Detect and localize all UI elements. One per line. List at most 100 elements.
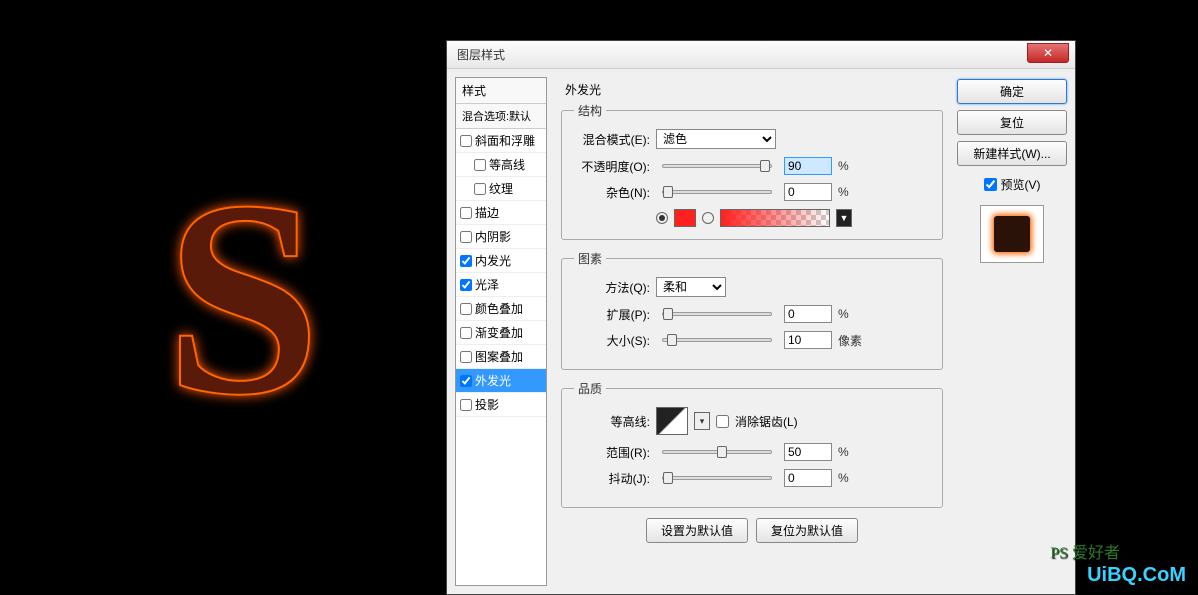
glow-color-swatch[interactable] <box>674 209 696 227</box>
style-item-label: 斜面和浮雕 <box>475 132 535 149</box>
noise-slider[interactable] <box>662 190 772 194</box>
style-checkbox[interactable] <box>460 255 472 267</box>
elements-group: 图素 方法(Q): 柔和 扩展(P): % 大小(S): <box>561 250 943 370</box>
range-label: 范围(R): <box>574 444 650 461</box>
set-default-button[interactable]: 设置为默认值 <box>646 518 748 543</box>
antialias-checkbox[interactable] <box>716 415 729 428</box>
close-button[interactable]: ✕ <box>1027 43 1069 63</box>
new-style-button[interactable]: 新建样式(W)... <box>957 141 1067 166</box>
size-unit: 像素 <box>838 332 862 349</box>
dialog-body: 样式 混合选项:默认 斜面和浮雕等高线纹理描边内阴影内发光光泽颜色叠加渐变叠加图… <box>447 69 1075 594</box>
close-icon: ✕ <box>1043 46 1053 60</box>
range-slider[interactable] <box>662 450 772 454</box>
cancel-button[interactable]: 复位 <box>957 110 1067 135</box>
style-item-label: 图案叠加 <box>475 348 523 365</box>
size-slider[interactable] <box>662 338 772 342</box>
preview-checkbox[interactable] <box>984 178 997 191</box>
style-checkbox[interactable] <box>460 279 472 291</box>
style-item-2[interactable]: 纹理 <box>456 177 546 201</box>
panel-title: 外发光 <box>561 81 943 98</box>
style-item-5[interactable]: 内发光 <box>456 249 546 273</box>
titlebar[interactable]: 图层样式 ✕ <box>447 41 1075 69</box>
style-checkbox[interactable] <box>460 303 472 315</box>
style-item-9[interactable]: 图案叠加 <box>456 345 546 369</box>
structure-legend: 结构 <box>574 102 606 119</box>
opacity-slider[interactable] <box>662 164 772 168</box>
style-item-3[interactable]: 描边 <box>456 201 546 225</box>
style-item-label: 光泽 <box>475 276 499 293</box>
style-item-label: 描边 <box>475 204 499 221</box>
gradient-preview[interactable] <box>720 209 830 227</box>
style-item-label: 渐变叠加 <box>475 324 523 341</box>
blend-mode-select[interactable]: 滤色 <box>656 129 776 149</box>
percent-unit: % <box>838 159 862 173</box>
letter-s-artwork: S <box>165 136 321 459</box>
spread-input[interactable] <box>784 305 832 323</box>
watermark-text: UiBQ.CoM <box>1087 564 1186 587</box>
styles-list: 样式 混合选项:默认 斜面和浮雕等高线纹理描边内阴影内发光光泽颜色叠加渐变叠加图… <box>455 77 547 586</box>
noise-input[interactable] <box>784 183 832 201</box>
structure-group: 结构 混合模式(E): 滤色 不透明度(O): % 杂色(N): <box>561 102 943 240</box>
style-checkbox[interactable] <box>474 159 486 171</box>
jitter-slider[interactable] <box>662 476 772 480</box>
style-item-4[interactable]: 内阴影 <box>456 225 546 249</box>
contour-dropdown[interactable]: ▾ <box>694 412 710 430</box>
style-checkbox[interactable] <box>474 183 486 195</box>
gradient-dropdown[interactable]: ▼ <box>836 209 852 227</box>
percent-unit: % <box>838 471 862 485</box>
style-item-label: 外发光 <box>475 372 511 389</box>
gradient-radio[interactable] <box>702 212 714 224</box>
style-checkbox[interactable] <box>460 207 472 219</box>
styles-header[interactable]: 样式 <box>456 78 546 104</box>
preview-thumbnail <box>994 216 1030 252</box>
style-item-7[interactable]: 颜色叠加 <box>456 297 546 321</box>
size-label: 大小(S): <box>574 332 650 349</box>
blend-options-default[interactable]: 混合选项:默认 <box>456 104 546 129</box>
style-item-11[interactable]: 投影 <box>456 393 546 417</box>
style-item-0[interactable]: 斜面和浮雕 <box>456 129 546 153</box>
canvas-area: S <box>0 0 446 595</box>
style-checkbox[interactable] <box>460 375 472 387</box>
style-checkbox[interactable] <box>460 351 472 363</box>
contour-picker[interactable] <box>656 407 688 435</box>
style-item-8[interactable]: 渐变叠加 <box>456 321 546 345</box>
opacity-label: 不透明度(O): <box>574 158 650 175</box>
jitter-input[interactable] <box>784 469 832 487</box>
reset-default-button[interactable]: 复位为默认值 <box>756 518 858 543</box>
layer-style-dialog: 图层样式 ✕ 样式 混合选项:默认 斜面和浮雕等高线纹理描边内阴影内发光光泽颜色… <box>446 40 1076 595</box>
noise-label: 杂色(N): <box>574 184 650 201</box>
spread-label: 扩展(P): <box>574 306 650 323</box>
dialog-title: 图层样式 <box>457 46 505 63</box>
style-item-label: 内阴影 <box>475 228 511 245</box>
blend-mode-label: 混合模式(E): <box>574 131 650 148</box>
style-item-6[interactable]: 光泽 <box>456 273 546 297</box>
solid-color-radio[interactable] <box>656 212 668 224</box>
style-item-label: 纹理 <box>489 180 513 197</box>
opacity-input[interactable] <box>784 157 832 175</box>
elements-legend: 图素 <box>574 250 606 267</box>
style-item-10[interactable]: 外发光 <box>456 369 546 393</box>
contour-label: 等高线: <box>574 413 650 430</box>
style-checkbox[interactable] <box>460 327 472 339</box>
ok-button[interactable]: 确定 <box>957 79 1067 104</box>
preview-box <box>980 205 1044 263</box>
quality-legend: 品质 <box>574 380 606 397</box>
style-checkbox[interactable] <box>460 135 472 147</box>
technique-label: 方法(Q): <box>574 279 650 296</box>
technique-select[interactable]: 柔和 <box>656 277 726 297</box>
style-item-label: 内发光 <box>475 252 511 269</box>
style-checkbox[interactable] <box>460 231 472 243</box>
preview-label: 预览(V) <box>1001 176 1041 193</box>
style-item-label: 投影 <box>475 396 499 413</box>
percent-unit: % <box>838 307 862 321</box>
style-checkbox[interactable] <box>460 399 472 411</box>
main-panel: 外发光 结构 混合模式(E): 滤色 不透明度(O): % 杂色(N): <box>553 77 951 586</box>
jitter-label: 抖动(J): <box>574 470 650 487</box>
quality-group: 品质 等高线: ▾ 消除锯齿(L) 范围(R): % 抖动(J): <box>561 380 943 508</box>
range-input[interactable] <box>784 443 832 461</box>
antialias-label: 消除锯齿(L) <box>735 413 798 430</box>
style-item-1[interactable]: 等高线 <box>456 153 546 177</box>
spread-slider[interactable] <box>662 312 772 316</box>
size-input[interactable] <box>784 331 832 349</box>
watermark-text-2: PS 爱好者 <box>1050 539 1120 563</box>
